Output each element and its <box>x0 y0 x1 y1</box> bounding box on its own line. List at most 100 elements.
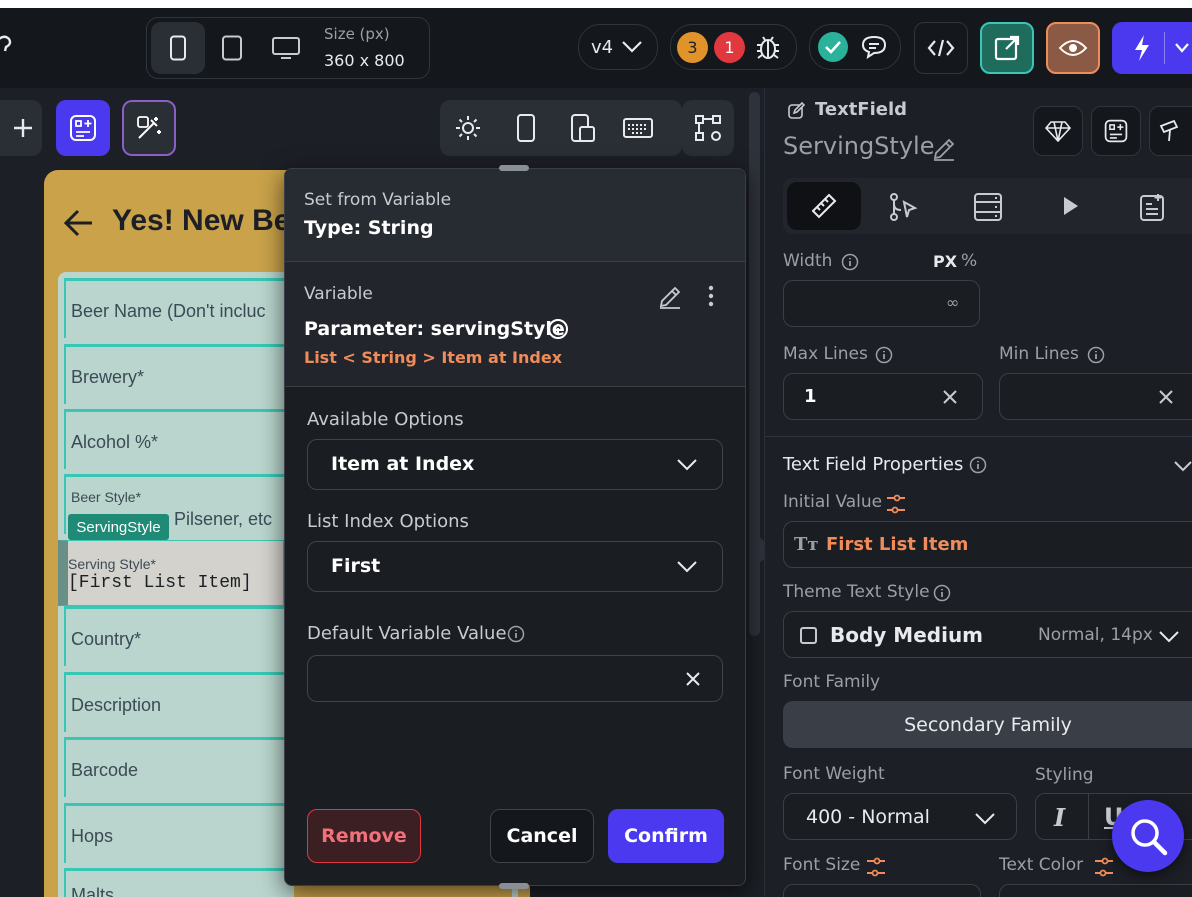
preview-button[interactable] <box>1046 22 1100 74</box>
search-fab[interactable] <box>1112 800 1184 872</box>
back-arrow-icon[interactable] <box>62 208 94 238</box>
info-icon[interactable] <box>933 584 951 602</box>
lightning-icon <box>1135 35 1149 61</box>
bug-icon[interactable] <box>755 33 781 61</box>
landscape-icon[interactable] <box>570 113 596 143</box>
text-color-input[interactable] <box>999 884 1192 897</box>
italic-toggle[interactable]: I <box>1054 803 1065 832</box>
hops-field[interactable]: Hops <box>64 803 294 863</box>
drag-handle[interactable] <box>499 165 529 171</box>
properties-panel: TextField ServingStyle Width PX % ∞ Max … <box>764 88 1192 897</box>
selected-widget-tag[interactable]: ServingStyle <box>68 514 169 540</box>
min-lines-input[interactable] <box>999 373 1192 420</box>
chevron-down-icon <box>677 561 697 573</box>
description-field[interactable]: Description <box>64 672 294 732</box>
width-input[interactable]: ∞ <box>783 280 980 327</box>
light-mode-icon[interactable] <box>454 114 482 142</box>
size-value: 360 x 800 <box>324 51 405 70</box>
desktop-device-button[interactable] <box>261 22 311 74</box>
country-field[interactable]: Country* <box>64 606 294 666</box>
add-widget-button[interactable] <box>1091 106 1141 156</box>
clear-icon[interactable] <box>1158 389 1174 405</box>
ruler-pencil-icon <box>811 193 837 219</box>
list-index-dropdown[interactable]: First <box>307 541 723 592</box>
tree-settings-button[interactable] <box>682 100 734 156</box>
info-icon[interactable] <box>875 346 893 364</box>
status-pill[interactable] <box>809 24 901 70</box>
malts-field[interactable]: Malts <box>64 868 294 897</box>
errors-badge[interactable]: 1 <box>714 31 745 63</box>
comments-icon[interactable] <box>860 34 890 60</box>
font-weight-dropdown[interactable]: 400 - Normal <box>783 793 1017 840</box>
text-field-properties-title[interactable]: Text Field Properties <box>783 454 963 475</box>
more-vert-icon[interactable] <box>705 284 717 308</box>
open-external-button[interactable] <box>980 22 1034 74</box>
magic-edit-button[interactable] <box>122 100 176 156</box>
info-icon[interactable] <box>507 625 525 643</box>
checkbox[interactable] <box>800 627 817 644</box>
help-icon[interactable] <box>0 34 14 58</box>
chevron-down-icon[interactable] <box>1174 42 1190 54</box>
unit-px-toggle[interactable]: PX <box>933 252 957 271</box>
chevron-down-icon[interactable] <box>1173 460 1192 472</box>
version-dropdown[interactable]: v4 <box>578 24 658 70</box>
check-icon[interactable] <box>818 32 848 62</box>
add-icon[interactable] <box>12 117 34 139</box>
diamond-button[interactable] <box>1033 106 1083 156</box>
theme-text-style-label: Theme Text Style <box>783 582 930 602</box>
info-icon[interactable] <box>841 253 859 271</box>
chevron-down-icon <box>1159 631 1179 643</box>
phone-device-button[interactable] <box>151 22 205 74</box>
code-button[interactable] <box>914 22 968 74</box>
issues-pill[interactable]: 3 1 <box>670 24 797 70</box>
font-size-input[interactable] <box>783 884 981 897</box>
add-widget-button[interactable] <box>56 100 110 156</box>
default-value-input[interactable] <box>307 655 723 702</box>
clear-icon[interactable] <box>684 670 702 688</box>
variable-binding-icon[interactable] <box>865 857 887 877</box>
confirm-button-label: Confirm <box>624 825 708 847</box>
alcohol-label: Alcohol %* <box>71 432 159 452</box>
confirm-button[interactable]: Confirm <box>608 809 724 863</box>
clear-icon[interactable] <box>942 389 958 405</box>
tab-backend-query[interactable] <box>973 192 1003 222</box>
variable-label: Variable <box>304 284 373 304</box>
run-button[interactable] <box>1112 22 1192 74</box>
font-family-value: Secondary Family <box>904 713 1072 736</box>
canvas-scrollbar[interactable] <box>748 88 764 897</box>
variable-binding-icon[interactable] <box>885 494 907 514</box>
font-weight-value: 400 - Normal <box>806 806 930 828</box>
tab-animations[interactable] <box>1061 194 1081 218</box>
barcode-field[interactable]: Barcode <box>64 737 294 797</box>
theme-text-style-dropdown[interactable]: Body Medium Normal, 14px <box>783 611 1192 658</box>
tab-properties[interactable] <box>787 182 861 230</box>
info-icon[interactable] <box>1087 346 1105 364</box>
tablet-device-button[interactable] <box>209 22 255 74</box>
variable-binding-icon[interactable] <box>1093 857 1115 877</box>
bottom-drag-handle[interactable] <box>499 883 529 889</box>
alcohol-field[interactable]: Alcohol %* <box>64 409 294 469</box>
serving-style-field[interactable]: Serving Style* [First List Item] <box>58 540 284 606</box>
warnings-badge[interactable]: 3 <box>677 31 708 63</box>
available-options-dropdown[interactable]: Item at Index <box>307 439 723 490</box>
paint-button[interactable] <box>1149 106 1192 156</box>
keyboard-icon[interactable] <box>622 117 654 139</box>
tab-actions[interactable] <box>889 192 919 222</box>
font-family-button[interactable]: Secondary Family <box>783 701 1192 748</box>
tab-documentation[interactable] <box>1139 192 1167 222</box>
diamond-icon <box>1045 121 1071 142</box>
portrait-icon[interactable] <box>516 113 536 143</box>
initial-value-input[interactable]: Tт First List Item <box>783 521 1192 568</box>
edit-pencil-icon[interactable] <box>931 136 957 162</box>
cancel-button[interactable]: Cancel <box>490 809 594 863</box>
barcode-label: Barcode <box>71 760 139 780</box>
max-lines-input[interactable]: 1 <box>783 373 983 420</box>
beer-name-field[interactable]: Beer Name (Don't incluc <box>64 278 294 338</box>
unit-percent-toggle[interactable]: % <box>961 251 977 271</box>
brewery-field[interactable]: Brewery* <box>64 344 294 404</box>
remove-button[interactable]: Remove <box>307 809 421 863</box>
info-icon[interactable] <box>547 318 569 340</box>
info-icon[interactable] <box>969 456 987 474</box>
edit-pencil-icon[interactable] <box>657 284 683 310</box>
widget-name[interactable]: ServingStyle <box>783 132 934 160</box>
